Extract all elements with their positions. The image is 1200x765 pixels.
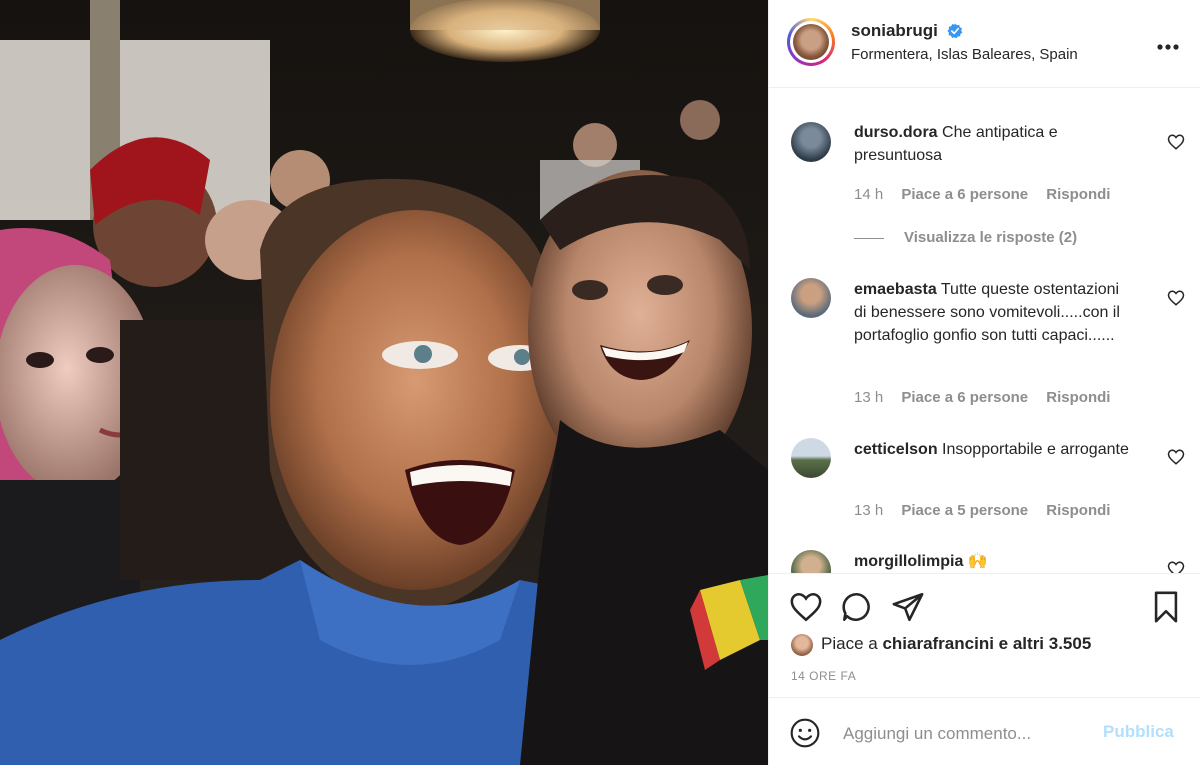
comment-time: 13 h: [854, 502, 884, 519]
emoji-icon[interactable]: [789, 717, 821, 749]
comment-meta: 13 h Piace a 5 persone Rispondi: [854, 502, 1124, 519]
like-heart-icon[interactable]: [789, 590, 823, 624]
comment-time: 14 h: [854, 186, 884, 203]
comment-like-heart-icon[interactable]: [1167, 560, 1185, 573]
comment-likes[interactable]: Piace a 5 persone: [901, 502, 1028, 519]
share-paper-plane-icon[interactable]: [891, 590, 925, 624]
author-username[interactable]: soniabrugi: [851, 21, 938, 41]
post-photo[interactable]: [0, 0, 768, 765]
comment-text: 🙌: [967, 553, 988, 570]
likes-suffix[interactable]: e altri 3.505: [999, 634, 1092, 653]
comment-username[interactable]: emaebasta: [854, 281, 937, 298]
comment-text: Insopportabile e arrogante: [942, 441, 1129, 458]
comment-meta: 13 h Piace a 6 persone Rispondi: [854, 389, 1124, 406]
comment-avatar[interactable]: [791, 278, 831, 318]
save-bookmark-icon[interactable]: [1149, 590, 1183, 624]
liker-avatar[interactable]: [791, 634, 813, 656]
more-horizontal-icon: [1157, 44, 1179, 50]
selfie-image: [0, 0, 768, 765]
verified-badge-icon: [947, 23, 963, 39]
author-avatar[interactable]: [787, 18, 835, 66]
comment-username[interactable]: morgillolimpia: [854, 553, 963, 570]
comment-meta: 14 h Piace a 6 persone Rispondi: [854, 186, 1124, 203]
reply-button[interactable]: Rispondi: [1046, 186, 1110, 203]
view-replies-label: Visualizza le risposte (2): [904, 229, 1078, 246]
add-comment-bar: Pubblica: [769, 697, 1200, 765]
comment-input[interactable]: [841, 720, 1095, 748]
post-header: soniabrugi Formentera, Islas Baleares, S…: [769, 0, 1200, 88]
comment-avatar[interactable]: [791, 550, 831, 573]
comment-bubble-icon[interactable]: [840, 590, 874, 624]
comment-body: cetticelson Insopportabile e arrogante: [854, 438, 1134, 461]
publish-button[interactable]: Pubblica: [1103, 722, 1174, 742]
comment-avatar[interactable]: [791, 438, 831, 478]
comment-body: emaebasta Tutte queste ostentazioni di b…: [854, 278, 1134, 347]
post-panel: soniabrugi Formentera, Islas Baleares, S…: [768, 0, 1200, 765]
comment-like-heart-icon[interactable]: [1167, 289, 1185, 307]
reply-button[interactable]: Rispondi: [1046, 502, 1110, 519]
reply-button[interactable]: Rispondi: [1046, 389, 1110, 406]
comment-likes[interactable]: Piace a 6 persone: [901, 389, 1028, 406]
comment-like-heart-icon[interactable]: [1167, 133, 1185, 151]
comment-body: morgillolimpia 🙌: [854, 550, 1134, 573]
post-actions: Piace a chiarafrancini e altri 3.505 14 …: [769, 573, 1200, 697]
comments-list[interactable]: durso.dora Che antipatica e presuntuosa …: [769, 88, 1200, 573]
comment-likes[interactable]: Piace a 6 persone: [901, 186, 1028, 203]
liker-username[interactable]: chiarafrancini: [882, 634, 994, 653]
post-timestamp[interactable]: 14 ORE FA: [791, 669, 856, 683]
comment-like-heart-icon[interactable]: [1167, 448, 1185, 466]
comment-body: durso.dora Che antipatica e presuntuosa: [854, 121, 1134, 167]
comment-avatar[interactable]: [791, 122, 831, 162]
view-replies-button[interactable]: Visualizza le risposte (2): [854, 229, 1077, 246]
more-options-button[interactable]: [1157, 30, 1179, 56]
comment-time: 13 h: [854, 389, 884, 406]
likes-text: Piace a chiarafrancini e altri 3.505: [821, 634, 1091, 654]
comment-username[interactable]: durso.dora: [854, 124, 938, 141]
post-location[interactable]: Formentera, Islas Baleares, Spain: [851, 46, 1078, 63]
likes-prefix: Piace a: [821, 634, 878, 653]
comment-username[interactable]: cetticelson: [854, 441, 938, 458]
